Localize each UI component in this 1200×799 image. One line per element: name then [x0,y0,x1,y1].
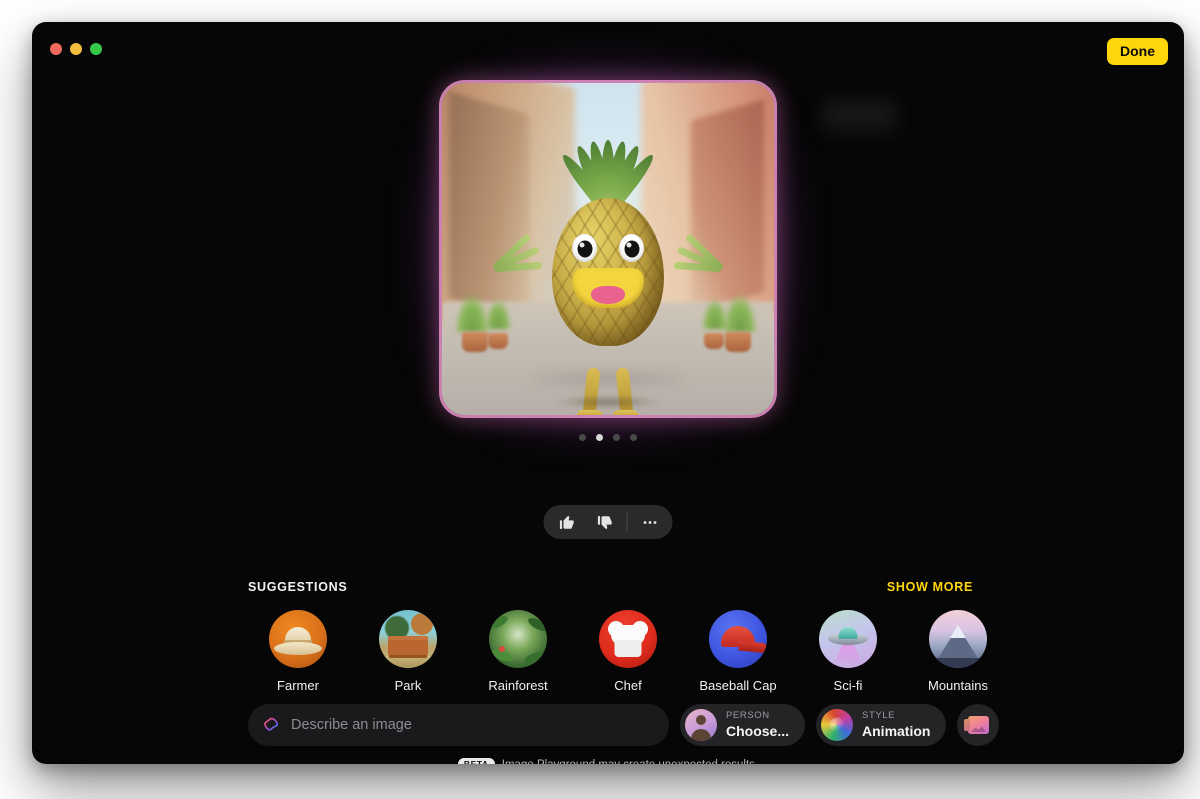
plant-left-1 [455,294,490,332]
chef-hat-icon [599,610,657,668]
search-input[interactable] [291,717,655,733]
suggestion-label: Mountains [928,678,988,693]
pot-right-1 [724,331,751,352]
plant-right-2 [701,298,728,329]
zoom-button[interactable] [90,43,102,55]
person-avatar-icon [685,709,717,741]
person-chip-value: Choose... [726,723,790,740]
color-sphere-icon [821,709,854,741]
beta-badge: BETA [457,758,495,764]
image-pagination-dots[interactable] [579,434,637,441]
generated-image [442,83,774,415]
generated-image-card[interactable] [413,54,803,444]
suggestion-label: Baseball Cap [699,678,777,693]
style-chooser-button[interactable]: STYLE Animation [816,704,947,746]
pineapple-body [552,198,664,347]
suggestion-farmer[interactable]: Farmer [248,610,348,693]
page-dot[interactable] [579,434,586,441]
close-button[interactable] [50,43,62,55]
style-chip-value: Animation [862,723,931,740]
disclaimer-text: Image Playground may create unexpected r… [502,759,758,764]
style-chip-key: STYLE [862,710,896,722]
building-right-near [691,99,765,313]
show-more-button[interactable]: SHOW MORE [887,580,973,594]
photo-library-icon [963,716,989,734]
baseball-cap-icon [709,610,767,668]
park-bench-icon [379,610,437,668]
apple-intelligence-icon [264,717,279,731]
page-dot[interactable] [630,434,637,441]
suggestion-rainforest[interactable]: Rainforest [468,610,568,693]
straw-hat-icon [269,610,327,668]
prompt-field[interactable] [248,704,669,746]
thumbs-up-button[interactable] [548,507,586,537]
blurred-overlay-chip [822,100,897,130]
traffic-light-buttons [50,43,102,55]
ellipsis-icon [643,520,656,524]
toolbar-divider [626,513,628,531]
pineapple-eye-right [619,234,644,263]
rainforest-icon [489,610,547,668]
pot-left-2 [488,332,509,349]
screenshot-root: Done SUGGESTIONS SHOW MORE Farmer Park R… [0,0,1200,799]
person-chooser-button[interactable]: PERSON Choose... [680,704,806,746]
image-frame [439,80,777,418]
building-left-near [448,91,529,321]
image-playground-window: Done SUGGESTIONS SHOW MORE Farmer Park R… [32,22,1184,764]
suggestion-label: Farmer [277,678,319,693]
minimize-button[interactable] [70,43,82,55]
pineapple-foot-left [577,410,603,415]
page-dot[interactable] [613,434,620,441]
suggestion-label: Sci-fi [833,678,863,693]
pineapple-character [491,116,725,415]
suggestion-mountains[interactable]: Mountains [908,610,1008,693]
suggestion-baseball-cap[interactable]: Baseball Cap [688,610,788,693]
composer-bar: PERSON Choose... STYLE Animation [248,704,1016,746]
suggestions-heading: SUGGESTIONS [248,580,348,594]
beta-disclaimer: BETA Image Playground may create unexpec… [32,758,1184,764]
more-options-button[interactable] [631,507,669,537]
thumbs-down-button[interactable] [586,507,624,537]
suggestion-chef[interactable]: Chef [578,610,678,693]
done-button[interactable]: Done [1107,38,1168,65]
suggestion-label: Rainforest [488,678,548,693]
suggestion-sci-fi[interactable]: Sci-fi [798,610,898,693]
suggestion-park[interactable]: Park [358,610,458,693]
mountain-icon [929,610,987,668]
ufo-icon [819,610,877,668]
person-chip-key: PERSON [726,710,770,722]
pot-left-1 [461,331,488,352]
suggestions-row: Farmer Park Rainforest Chef Baseball Cap… [248,610,1008,693]
pineapple-eye-left [572,234,597,263]
plant-left-2 [485,298,512,329]
pot-right-2 [704,332,725,349]
pineapple-foot-right [613,410,639,415]
thumbs-down-icon [597,515,612,529]
suggestion-label: Chef [614,678,642,693]
feedback-toolbar [543,505,673,539]
photo-library-button[interactable] [957,704,1000,746]
suggestion-label: Park [394,678,422,693]
character-shadow [554,395,662,409]
page-dot[interactable] [596,434,603,441]
plant-right-1 [723,294,758,332]
thumbs-up-icon [559,515,574,529]
pineapple-mouth [572,268,644,309]
